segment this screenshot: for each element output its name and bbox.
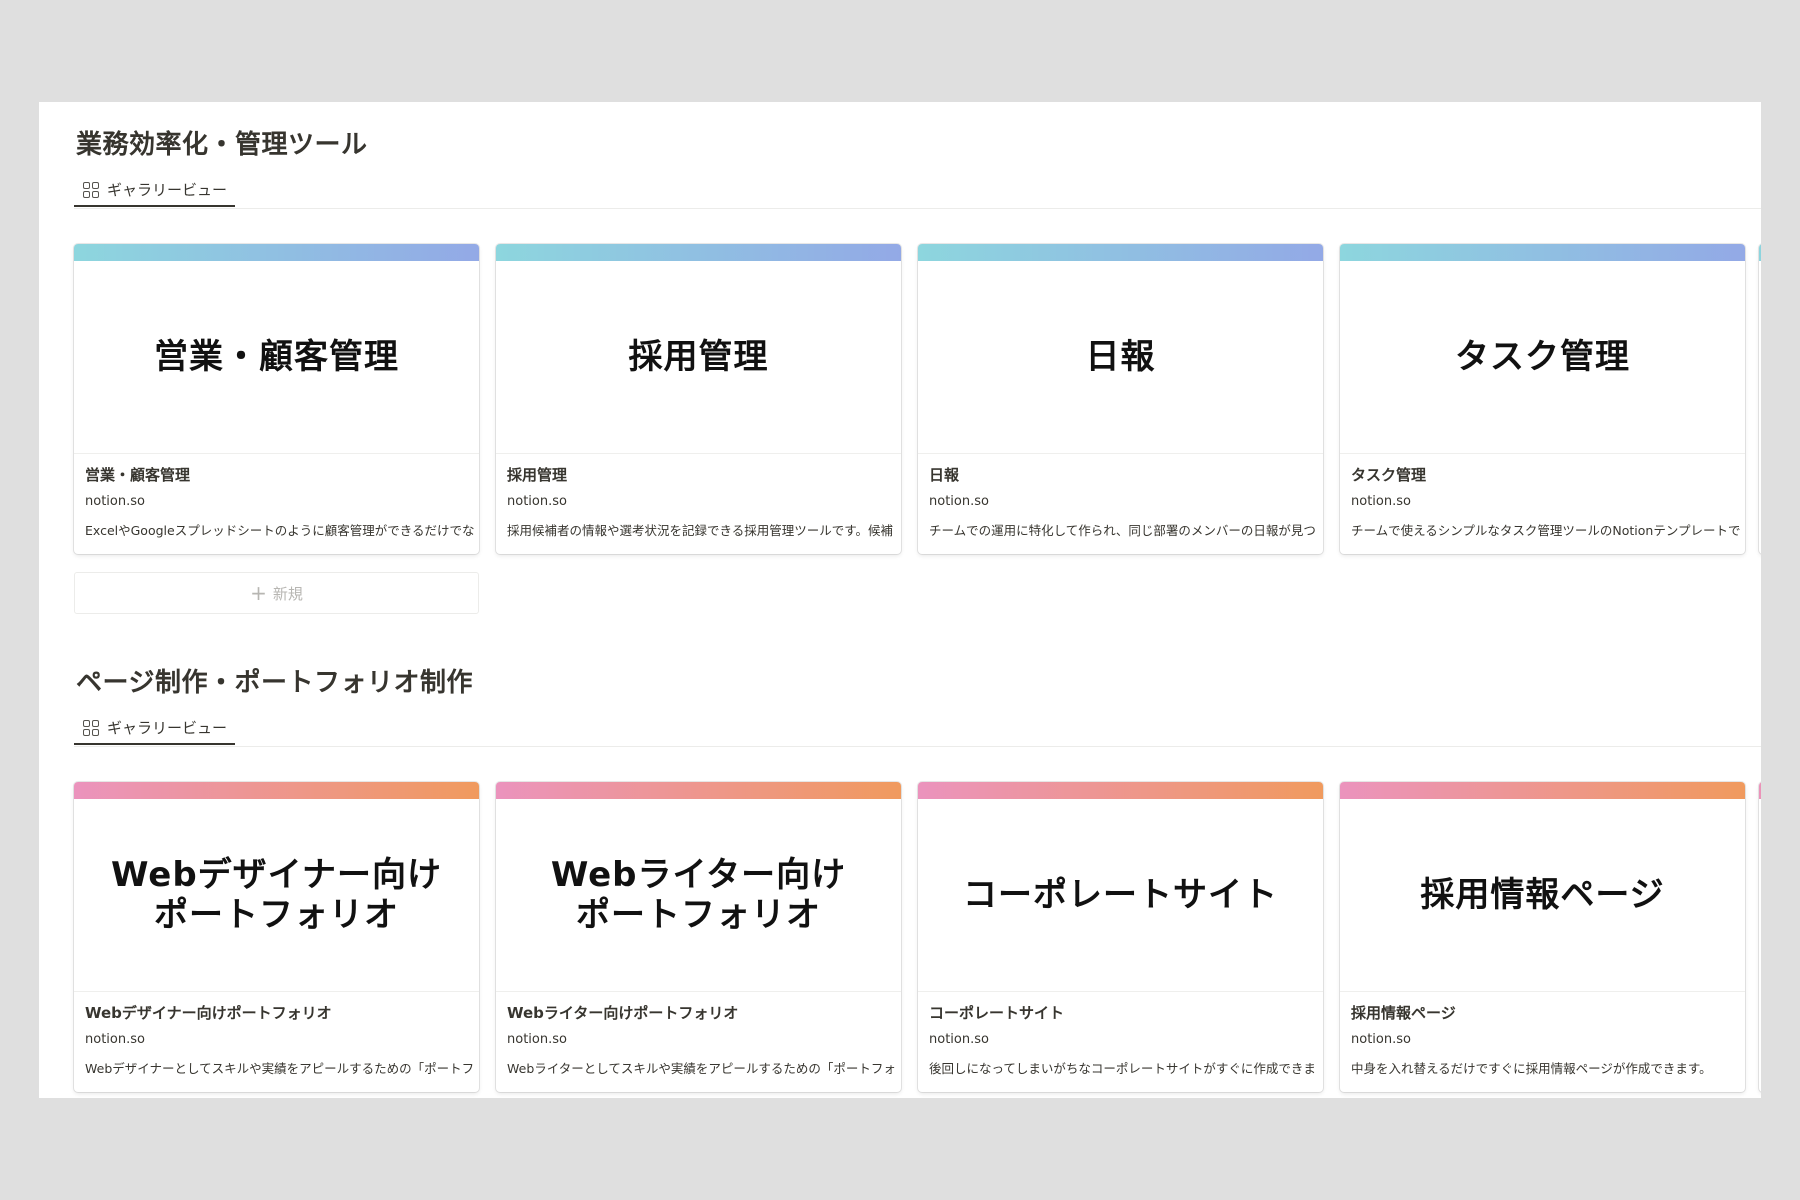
card-domain: notion.so <box>1351 1032 1411 1047</box>
card-cover-text: 営業・顧客管理 <box>154 336 399 377</box>
card-title: タスク管理 <box>1351 466 1427 484</box>
card-title: コーポレートサイト <box>929 1004 1065 1022</box>
card-domain: notion.so <box>1351 494 1411 509</box>
gallery-card[interactable]: タスク管理 タスク管理 notion.so チームで使えるシンプルなタスク管理ツ… <box>1340 244 1745 554</box>
card-domain: notion.so <box>507 494 567 509</box>
gallery-card-peek[interactable] <box>1759 244 1761 554</box>
card-description: チームでの運用に特化して作られ、同じ部署のメンバーの日報が見つ <box>929 523 1316 538</box>
card-title: Webデザイナー向けポートフォリオ <box>85 1004 332 1022</box>
gallery-cards: Webデザイナー向け ポートフォリオ Webデザイナー向けポートフォリオ not… <box>74 782 1761 1094</box>
card-cover-text: コーポレートサイト <box>963 874 1278 915</box>
gallery-card-peek[interactable] <box>1759 782 1761 1092</box>
section-title: 業務効率化・管理ツール <box>76 130 368 160</box>
card-accent-bar <box>74 244 479 261</box>
card-title: Webライター向けポートフォリオ <box>507 1004 739 1022</box>
new-card-button[interactable]: + 新規 <box>74 572 479 614</box>
card-title: 営業・顧客管理 <box>85 466 191 484</box>
card-accent-bar <box>918 244 1323 261</box>
gallery-card[interactable]: Webデザイナー向け ポートフォリオ Webデザイナー向けポートフォリオ not… <box>74 782 479 1092</box>
gallery-card[interactable]: 採用管理 採用管理 notion.so 採用候補者の情報や選考状況を記録できる採… <box>496 244 901 554</box>
card-cover: 営業・顧客管理 <box>74 261 479 454</box>
card-cover-text: 日報 <box>1085 336 1156 377</box>
card-domain: notion.so <box>85 494 145 509</box>
card-cover: 採用情報ページ <box>1340 799 1745 992</box>
card-title: 採用情報ページ <box>1351 1004 1456 1022</box>
card-cover-text: 採用情報ページ <box>1420 874 1665 915</box>
notion-page: 業務効率化・管理ツール ギャラリービュー 営業・顧客管理 営業・顧客管理 not… <box>39 102 1761 1098</box>
card-accent-bar <box>1340 782 1745 799</box>
card-cover-text: タスク管理 <box>1455 336 1630 377</box>
view-tabbar: ギャラリービュー <box>74 712 1761 747</box>
card-accent-bar <box>918 782 1323 799</box>
card-description: Webデザイナーとしてスキルや実績をアピールするための「ポートフ <box>85 1061 475 1076</box>
card-title: 採用管理 <box>507 466 568 484</box>
card-cover: コーポレートサイト <box>918 799 1323 992</box>
tab-gallery-view[interactable]: ギャラリービュー <box>74 174 235 207</box>
card-accent-bar <box>1759 782 1761 799</box>
section-title: ページ制作・ポートフォリオ制作 <box>76 668 473 698</box>
tab-label: ギャラリービュー <box>107 181 228 199</box>
card-accent-bar <box>496 782 901 799</box>
card-cover-text: Webデザイナー向け ポートフォリオ <box>110 854 442 935</box>
card-domain: notion.so <box>85 1032 145 1047</box>
card-accent-bar <box>496 244 901 261</box>
tab-label: ギャラリービュー <box>107 719 228 737</box>
card-cover: Webライター向け ポートフォリオ <box>496 799 901 992</box>
gallery-card[interactable]: Webライター向け ポートフォリオ Webライター向けポートフォリオ notio… <box>496 782 901 1092</box>
gallery-grid-icon <box>83 719 99 736</box>
card-cover-text: Webライター向け ポートフォリオ <box>550 854 847 935</box>
card-cover: 採用管理 <box>496 261 901 454</box>
card-accent-bar <box>1340 244 1745 261</box>
card-domain: notion.so <box>507 1032 567 1047</box>
card-accent-bar <box>74 782 479 799</box>
new-card-label: 新規 <box>272 584 303 603</box>
card-accent-bar <box>1759 244 1761 261</box>
card-cover: 日報 <box>918 261 1323 454</box>
gallery-grid-icon <box>83 181 99 198</box>
plus-icon: + <box>250 581 267 605</box>
card-description: 採用候補者の情報や選考状況を記録できる採用管理ツールです。候補 <box>507 523 894 538</box>
card-description: ExcelやGoogleスプレッドシートのように顧客管理ができるだけでな <box>85 523 475 538</box>
card-domain: notion.so <box>929 1032 989 1047</box>
gallery-card[interactable]: 日報 日報 notion.so チームでの運用に特化して作られ、同じ部署のメンバ… <box>918 244 1323 554</box>
card-description: 中身を入れ替えるだけですぐに採用情報ページが作成できます。 <box>1351 1061 1712 1076</box>
card-cover-text: 採用管理 <box>628 336 769 377</box>
gallery-card[interactable]: 営業・顧客管理 営業・顧客管理 notion.so ExcelやGoogleスプ… <box>74 244 479 554</box>
card-cover: タスク管理 <box>1340 261 1745 454</box>
gallery-card[interactable]: 採用情報ページ 採用情報ページ notion.so 中身を入れ替えるだけですぐに… <box>1340 782 1745 1092</box>
view-tabbar: ギャラリービュー <box>74 174 1761 209</box>
gallery-card[interactable]: コーポレートサイト コーポレートサイト notion.so 後回しになってしまい… <box>918 782 1323 1092</box>
card-description: Webライターとしてスキルや実績をアピールするための「ポートフォ <box>507 1061 896 1076</box>
card-description: 後回しになってしまいがちなコーポレートサイトがすぐに作成できま <box>929 1061 1316 1076</box>
card-domain: notion.so <box>929 494 989 509</box>
tab-gallery-view[interactable]: ギャラリービュー <box>74 712 235 745</box>
card-cover: Webデザイナー向け ポートフォリオ <box>74 799 479 992</box>
card-title: 日報 <box>929 466 960 484</box>
gallery-cards: 営業・顧客管理 営業・顧客管理 notion.so ExcelやGoogleスプ… <box>74 244 1761 556</box>
card-description: チームで使えるシンプルなタスク管理ツールのNotionテンプレートで <box>1351 523 1741 538</box>
